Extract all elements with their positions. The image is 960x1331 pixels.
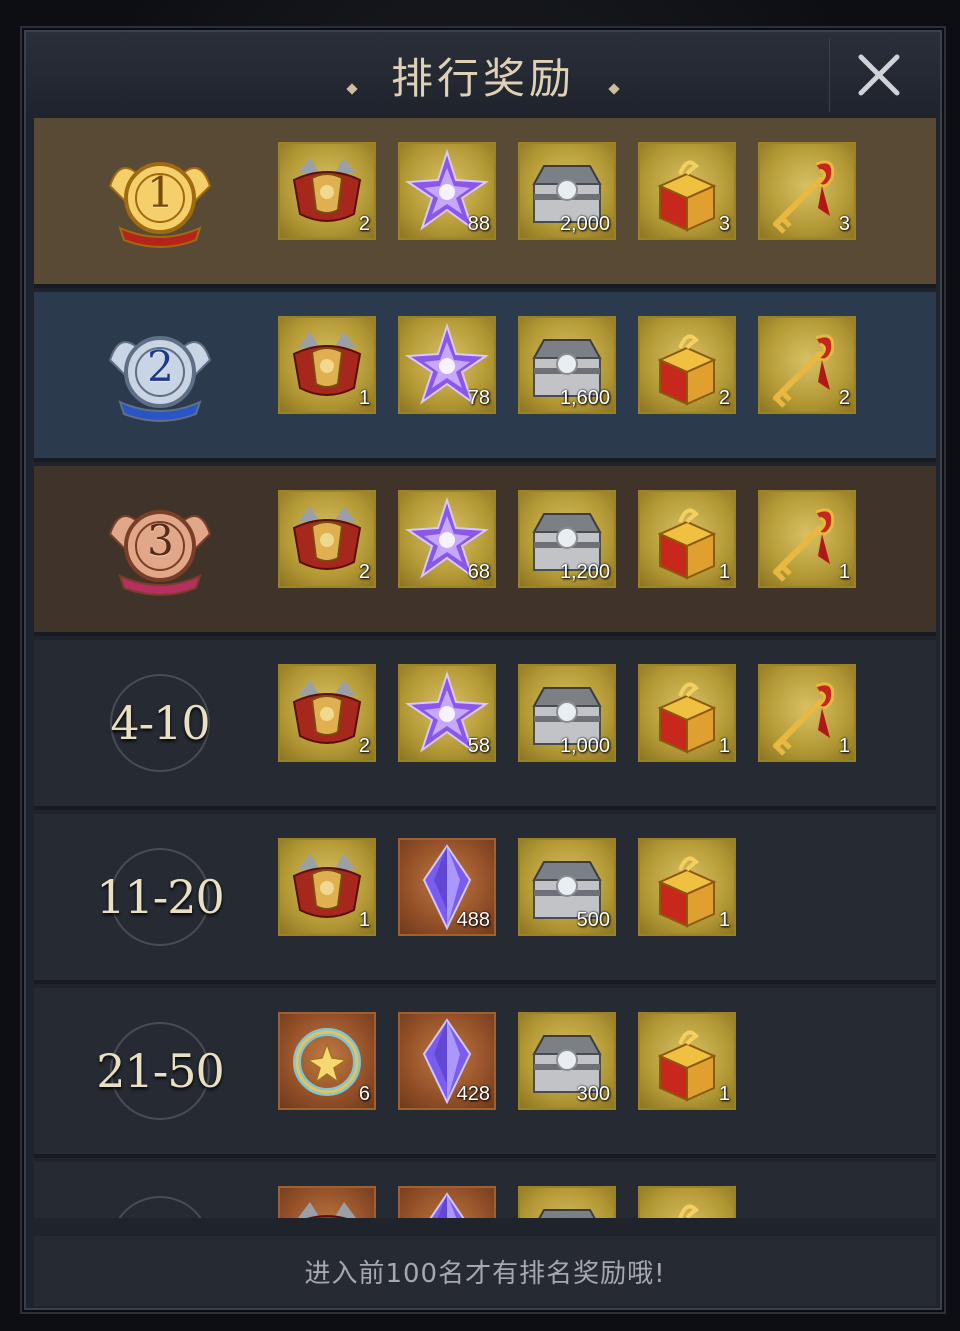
reward-row	[34, 1162, 936, 1218]
reward-item-slot[interactable]: 488	[398, 838, 496, 936]
reward-list[interactable]: 1 2 88 2,000 3 3 2 1 78 1,600 2 2 3 2 68 1,200 1 1 4-10 2 58…	[34, 118, 936, 1218]
item-quantity: 428	[456, 1083, 490, 1105]
item-quantity: 1	[838, 735, 850, 757]
reward-item-slot[interactable]: 2	[278, 142, 376, 240]
title-left-ornament	[346, 82, 358, 95]
item-quantity: 1	[358, 387, 370, 409]
footer-note: 进入前100名才有排名奖励哦!	[304, 1258, 666, 1289]
item-quantity: 1,200	[559, 561, 610, 583]
item-quantity: 88	[467, 213, 490, 235]
rank-badge: 2	[90, 316, 230, 434]
reward-item-slot[interactable]: 1	[638, 838, 736, 936]
reward-item-slot[interactable]: 3	[758, 142, 856, 240]
reward-item-slot[interactable]: 1	[758, 490, 856, 588]
rank-badge: 21-50	[90, 1012, 230, 1130]
reward-item-slot[interactable]	[398, 1186, 496, 1218]
page-title: 排行奖励	[390, 54, 575, 103]
item-quantity: 488	[456, 909, 490, 931]
reward-row: 3 2 68 1,200 1 1	[34, 466, 936, 636]
item-quantity: 1,000	[559, 735, 610, 757]
close-button[interactable]	[829, 38, 928, 112]
reward-item-slot[interactable]	[278, 1186, 376, 1218]
reward-row: 11-20 1 488 500 1	[34, 814, 936, 984]
reward-item-slot[interactable]: 2	[758, 316, 856, 414]
reward-item-slot[interactable]: 58	[398, 664, 496, 762]
reward-row: 4-10 2 58 1,000 1 1	[34, 640, 936, 810]
reward-item-slot[interactable]	[518, 1186, 616, 1218]
rank-badge: 11-20	[90, 838, 230, 956]
item-quantity: 2,000	[559, 213, 610, 235]
item-quantity: 1	[358, 909, 370, 931]
footer-bar: 进入前100名才有排名奖励哦!	[34, 1236, 936, 1306]
rank-number: 3	[147, 516, 174, 565]
rank-badge: 1	[90, 142, 230, 260]
reward-item-slot[interactable]: 1,600	[518, 316, 616, 414]
item-quantity: 1	[718, 735, 730, 757]
rank-range-label: 4-10	[110, 696, 210, 750]
close-icon	[858, 54, 900, 96]
reward-item-slot[interactable]: 3	[638, 142, 736, 240]
reward-item-slot[interactable]: 78	[398, 316, 496, 414]
reward-item-slot[interactable]: 2,000	[518, 142, 616, 240]
ranking-rewards-panel: 排行奖励 1 2 88 2,000 3 3 2 1 78 1,600 2 2 3 2 68 1,200 1 1 4-…	[24, 30, 942, 1310]
title-right-ornament	[608, 82, 620, 95]
reward-row: 21-50 6 428 300 1	[34, 988, 936, 1158]
armor-chest-icon	[298, 1202, 356, 1218]
item-quantity: 500	[576, 909, 610, 931]
item-quantity: 2	[718, 387, 730, 409]
rank-badge	[90, 1186, 230, 1218]
reward-item-slot[interactable]: 1,200	[518, 490, 616, 588]
item-quantity: 1	[838, 561, 850, 583]
item-quantity: 1,600	[559, 387, 610, 409]
item-quantity: 300	[576, 1083, 610, 1105]
item-quantity: 68	[467, 561, 490, 583]
item-quantity: 2	[358, 561, 370, 583]
rank-number: 2	[147, 342, 174, 391]
rank-badge: 4-10	[90, 664, 230, 782]
item-quantity: 78	[467, 387, 490, 409]
reward-row: 2 1 78 1,600 2 2	[34, 292, 936, 462]
violet-shard-icon	[429, 1192, 465, 1218]
rank-range-label: 11-20	[96, 870, 225, 924]
item-quantity: 6	[358, 1083, 370, 1105]
reward-item-slot[interactable]: 1	[278, 316, 376, 414]
silver-chest-icon	[538, 1209, 596, 1218]
reward-item-slot[interactable]: 300	[518, 1012, 616, 1110]
reward-item-slot[interactable]: 1	[638, 1012, 736, 1110]
reward-item-slot[interactable]	[638, 1186, 736, 1218]
title-bar: 排行奖励	[26, 54, 940, 104]
reward-item-slot[interactable]: 500	[518, 838, 616, 936]
reward-item-slot[interactable]: 1	[638, 490, 736, 588]
item-quantity: 1	[718, 561, 730, 583]
item-quantity: 2	[838, 387, 850, 409]
reward-item-slot[interactable]: 1,000	[518, 664, 616, 762]
reward-item-slot[interactable]: 2	[278, 664, 376, 762]
reward-item-slot[interactable]: 1	[638, 664, 736, 762]
reward-item-slot[interactable]: 6	[278, 1012, 376, 1110]
item-quantity: 1	[718, 909, 730, 931]
item-quantity: 3	[718, 213, 730, 235]
rank-range-label: 21-50	[96, 1044, 225, 1098]
item-quantity: 58	[467, 735, 490, 757]
gold-treasure-box-icon	[678, 1204, 700, 1218]
item-quantity: 2	[358, 735, 370, 757]
reward-item-slot[interactable]: 88	[398, 142, 496, 240]
reward-item-slot[interactable]: 2	[278, 490, 376, 588]
reward-item-slot[interactable]: 68	[398, 490, 496, 588]
item-quantity: 3	[838, 213, 850, 235]
reward-item-slot[interactable]: 428	[398, 1012, 496, 1110]
reward-row: 1 2 88 2,000 3 3	[34, 118, 936, 288]
reward-item-slot[interactable]: 1	[278, 838, 376, 936]
item-quantity: 1	[718, 1083, 730, 1105]
rank-badge: 3	[90, 490, 230, 608]
panel-header: 排行奖励	[26, 32, 940, 116]
item-quantity: 2	[358, 213, 370, 235]
reward-item-slot[interactable]: 1	[758, 664, 856, 762]
rank-number: 1	[147, 168, 174, 217]
reward-item-slot[interactable]: 2	[638, 316, 736, 414]
rank-ornament-ring	[110, 1196, 210, 1218]
